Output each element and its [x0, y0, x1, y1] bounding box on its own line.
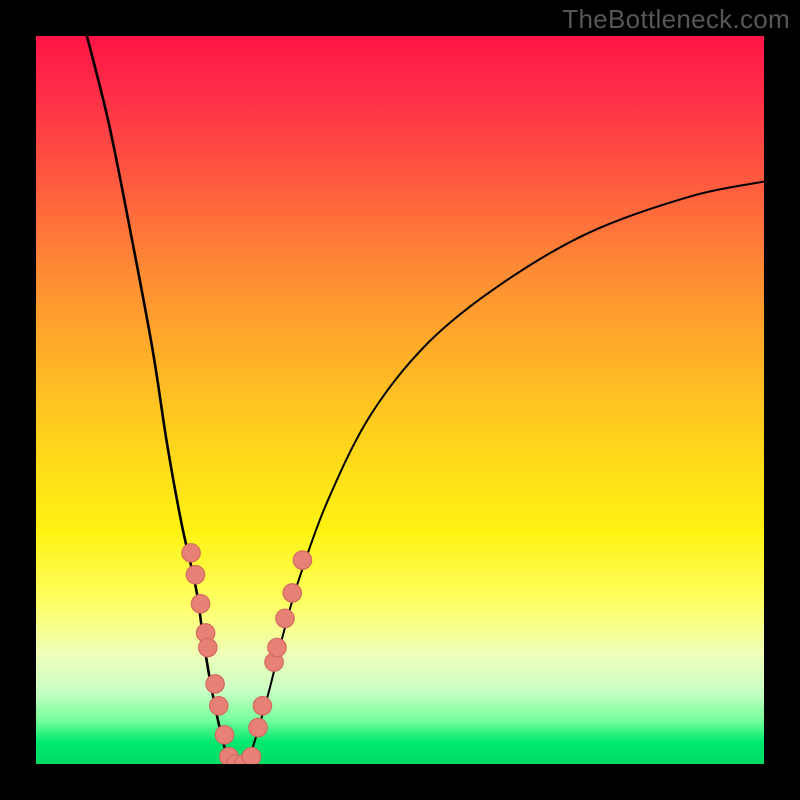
- marker-dot: [283, 584, 301, 602]
- chart-plot-area: [36, 36, 764, 764]
- curve-right-curve: [247, 182, 764, 764]
- marker-dot: [199, 638, 217, 656]
- marker-dot: [215, 726, 233, 744]
- marker-dot: [276, 609, 294, 627]
- marker-dot: [186, 566, 204, 584]
- curve-layer: [87, 36, 764, 764]
- marker-dot: [268, 638, 286, 656]
- marker-dot: [249, 718, 267, 736]
- marker-dot: [293, 551, 311, 569]
- watermark-text: TheBottleneck.com: [562, 4, 790, 35]
- chart-outer-frame: TheBottleneck.com: [0, 0, 800, 800]
- chart-svg: [36, 36, 764, 764]
- marker-dot: [191, 595, 209, 613]
- marker-dot: [206, 675, 224, 693]
- marker-dot: [242, 748, 260, 764]
- marker-dot: [210, 697, 228, 715]
- marker-layer: [182, 544, 312, 764]
- marker-dot: [182, 544, 200, 562]
- marker-dot: [253, 697, 271, 715]
